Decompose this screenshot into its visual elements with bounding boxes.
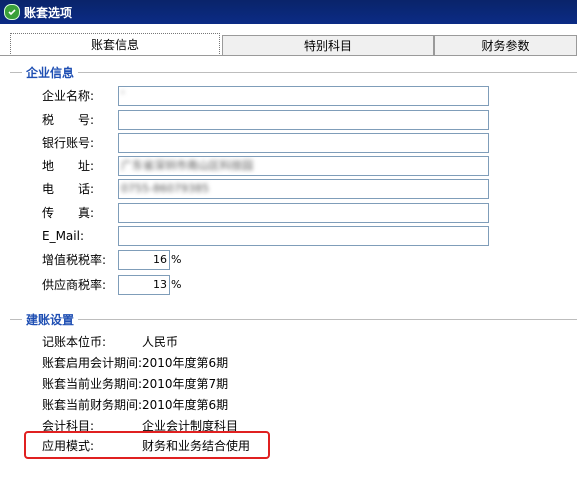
address-field[interactable]: 广东省深圳市南山区科技园 — [118, 156, 489, 176]
phone-label: 电 话: — [42, 182, 95, 196]
company-name-field[interactable]: ’ — [118, 86, 489, 106]
supplier-rate-label: 供应商税率: — [42, 278, 107, 292]
start-period-label: 账套启用会计期间: — [42, 356, 143, 370]
business-period-value: 2010年度第7期 — [142, 377, 229, 391]
email-field[interactable] — [118, 226, 489, 246]
finance-period-value: 2010年度第6期 — [142, 398, 229, 412]
setup-section-title: 建账设置 — [22, 311, 79, 328]
tab-special-subjects[interactable]: 特别科目 — [222, 35, 434, 55]
company-name-value: ’ — [121, 89, 125, 102]
enterprise-section-title: 企业信息 — [22, 64, 79, 81]
address-value: 广东省深圳市南山区科技园 — [121, 159, 253, 172]
start-period-value: 2010年度第6期 — [142, 356, 229, 370]
app-shield-icon — [4, 4, 20, 20]
phone-field[interactable]: 0755-86079385 — [118, 179, 489, 199]
fax-field[interactable] — [118, 203, 489, 223]
business-period-label: 账套当前业务期间: — [42, 377, 143, 391]
tax-number-label: 税 号: — [42, 113, 95, 127]
email-label: E_Mail: — [42, 229, 84, 243]
enterprise-section-line — [10, 72, 577, 74]
tab-divider — [0, 55, 577, 56]
vat-rate-input[interactable]: 16 — [118, 250, 170, 270]
setup-section-line — [10, 319, 577, 321]
base-currency-label: 记账本位币: — [42, 335, 107, 349]
window-title: 账套选项 — [24, 5, 73, 20]
company-name-label: 企业名称: — [42, 89, 95, 103]
tab-finance-params[interactable]: 财务参数 — [434, 35, 577, 55]
vat-rate-label: 增值税税率: — [42, 253, 107, 267]
bank-account-label: 银行账号: — [42, 136, 95, 150]
supplier-rate-input[interactable]: 13 — [118, 275, 170, 295]
vat-percent-sign: % — [171, 253, 182, 266]
fax-label: 传 真: — [42, 206, 95, 220]
finance-period-label: 账套当前财务期间: — [42, 398, 143, 412]
tax-number-field[interactable] — [118, 110, 489, 130]
tab-account-info[interactable]: 账套信息 — [10, 33, 220, 56]
base-currency-value: 人民币 — [142, 335, 179, 349]
app-mode-highlight-box — [24, 431, 270, 459]
bank-account-field[interactable] — [118, 133, 489, 153]
address-label: 地 址: — [42, 159, 95, 173]
phone-value: 0755-86079385 — [121, 182, 209, 195]
title-bar: 账套选项 — [0, 0, 577, 24]
supplier-percent-sign: % — [171, 278, 182, 291]
tab-strip: 账套信息 特别科目 财务参数 — [0, 24, 577, 56]
